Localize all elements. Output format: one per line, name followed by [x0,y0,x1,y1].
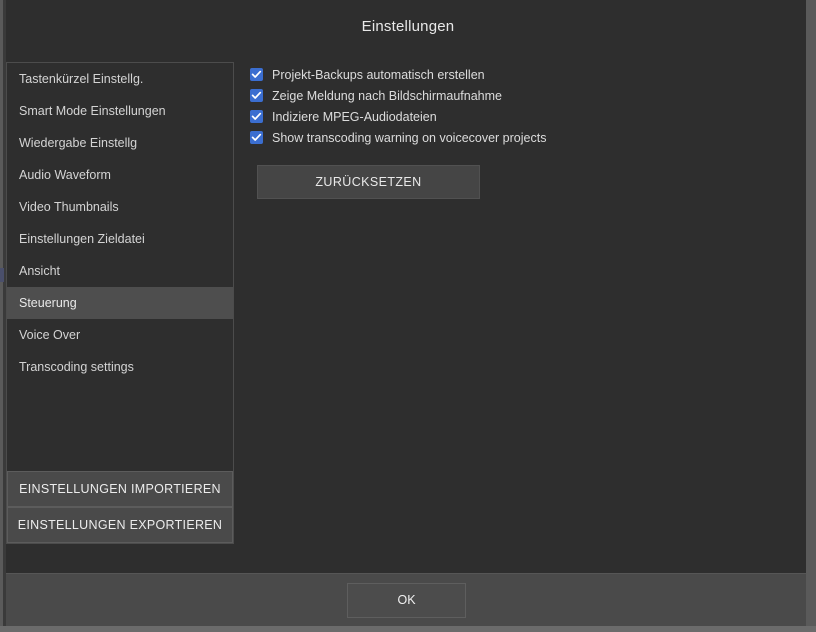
check-icon[interactable] [250,110,263,123]
check-icon[interactable] [250,68,263,81]
sidebar-item-zieldatei[interactable]: Einstellungen Zieldatei [7,223,233,255]
window-bottom-edge [0,626,816,632]
settings-content-panel: Projekt-Backups automatisch erstellen Ze… [250,62,800,544]
reset-button[interactable]: ZURÜCKSETZEN [257,165,480,199]
sidebar-item-smart-mode[interactable]: Smart Mode Einstellungen [7,95,233,127]
sidebar-item-ansicht[interactable]: Ansicht [7,255,233,287]
checkbox-row-transcoding-warning[interactable]: Show transcoding warning on voicecover p… [250,127,546,148]
ok-button[interactable]: OK [347,583,466,618]
checkbox-label-project-backups: Projekt-Backups automatisch erstellen [272,68,485,82]
sidebar-item-wiedergabe[interactable]: Wiedergabe Einstellg [7,127,233,159]
sidebar-category-list: Tastenkürzel Einstellg. Smart Mode Einst… [7,63,233,468]
sidebar-item-voice-over[interactable]: Voice Over [7,319,233,351]
sidebar-item-video-thumbnails[interactable]: Video Thumbnails [7,191,233,223]
checkbox-row-screenshot-message[interactable]: Zeige Meldung nach Bildschirmaufnahme [250,85,502,106]
dialog-footer: OK [6,573,806,628]
checkbox-row-project-backups[interactable]: Projekt-Backups automatisch erstellen [250,64,485,85]
sidebar-item-tastenkuerzel[interactable]: Tastenkürzel Einstellg. [7,63,233,95]
right-scrollbar[interactable] [806,0,816,632]
checkbox-label-transcoding-warning: Show transcoding warning on voicecover p… [272,131,546,145]
left-edge-accent-mark [0,268,4,282]
checkbox-label-screenshot-message: Zeige Meldung nach Bildschirmaufnahme [272,89,502,103]
checkbox-label-mpeg-index: Indiziere MPEG-Audiodateien [272,110,437,124]
check-icon[interactable] [250,89,263,102]
import-settings-button[interactable]: EINSTELLUNGEN IMPORTIEREN [7,471,233,507]
export-settings-button[interactable]: EINSTELLUNGEN EXPORTIEREN [7,507,233,543]
checkbox-row-mpeg-index[interactable]: Indiziere MPEG-Audiodateien [250,106,437,127]
dialog-title: Einstellungen [0,18,816,35]
settings-dialog: Einstellungen Tastenkürzel Einstellg. Sm… [0,0,816,632]
sidebar-item-steuerung[interactable]: Steuerung [7,287,233,319]
settings-sidebar: Tastenkürzel Einstellg. Smart Mode Einst… [6,62,234,544]
sidebar-item-audio-waveform[interactable]: Audio Waveform [7,159,233,191]
sidebar-item-transcoding-settings[interactable]: Transcoding settings [7,351,233,383]
check-icon[interactable] [250,131,263,144]
